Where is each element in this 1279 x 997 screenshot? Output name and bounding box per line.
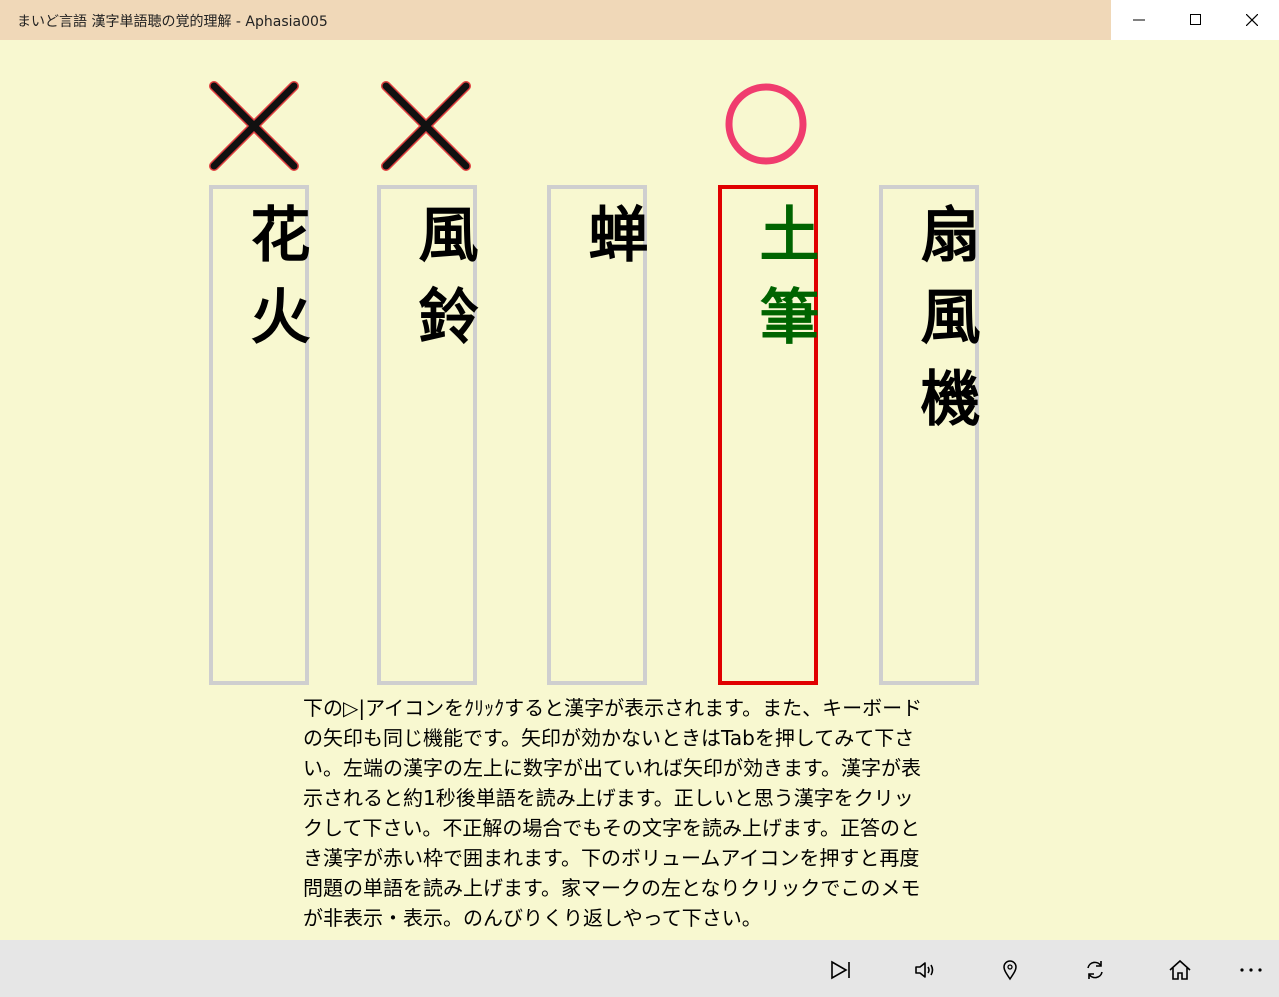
home-button[interactable] (1158, 948, 1202, 992)
minimize-icon (1133, 19, 1145, 21)
kanji-text: 扇風機 (910, 203, 980, 449)
kanji-text: 土筆 (749, 203, 819, 367)
content-area: 花火 風鈴 蝉 土筆 扇風機 下の▷|アイコンをｸﾘｯｸすると漢字が表示されます… (0, 40, 1279, 940)
more-icon (1240, 968, 1262, 972)
kanji-card[interactable]: 花火 (209, 185, 310, 685)
bottom-app-bar (0, 940, 1279, 997)
memo-toggle-button[interactable] (988, 948, 1032, 992)
title-area[interactable]: まいど言語 漢字単語聴の覚的理解 - Aphasia005 (0, 0, 1111, 40)
more-button[interactable] (1229, 948, 1273, 992)
kanji-card[interactable]: 蝉 (547, 185, 648, 685)
kanji-card[interactable]: 風鈴 (377, 185, 478, 685)
refresh-icon (1087, 961, 1103, 979)
maximize-icon (1190, 14, 1201, 25)
circle-mark-icon (725, 83, 807, 165)
next-icon (831, 960, 850, 980)
next-button[interactable] (818, 948, 862, 992)
kanji-text: 風鈴 (408, 203, 478, 367)
close-icon (1246, 14, 1258, 26)
kanji-text: 花火 (240, 203, 310, 367)
map-pin-icon (1003, 960, 1017, 981)
title-bar: まいど言語 漢字単語聴の覚的理解 - Aphasia005 (0, 0, 1279, 40)
window-title: まいど言語 漢字単語聴の覚的理解 - Aphasia005 (17, 14, 328, 30)
x-mark-icon (209, 81, 299, 171)
close-button[interactable] (1224, 0, 1279, 40)
kanji-card-correct[interactable]: 土筆 (718, 185, 819, 685)
volume-button[interactable] (903, 948, 947, 992)
home-icon (1169, 959, 1191, 980)
maximize-button[interactable] (1168, 0, 1224, 40)
refresh-button[interactable] (1073, 948, 1117, 992)
kanji-text: 蝉 (578, 203, 648, 285)
minimize-button[interactable] (1111, 0, 1167, 40)
kanji-card[interactable]: 扇風機 (879, 185, 980, 685)
x-mark-icon (381, 81, 471, 171)
instructions-memo: 下の▷|アイコンをｸﾘｯｸすると漢字が表示されます。また、キーボードの矢印も同じ… (303, 696, 923, 930)
volume-icon (915, 962, 934, 978)
